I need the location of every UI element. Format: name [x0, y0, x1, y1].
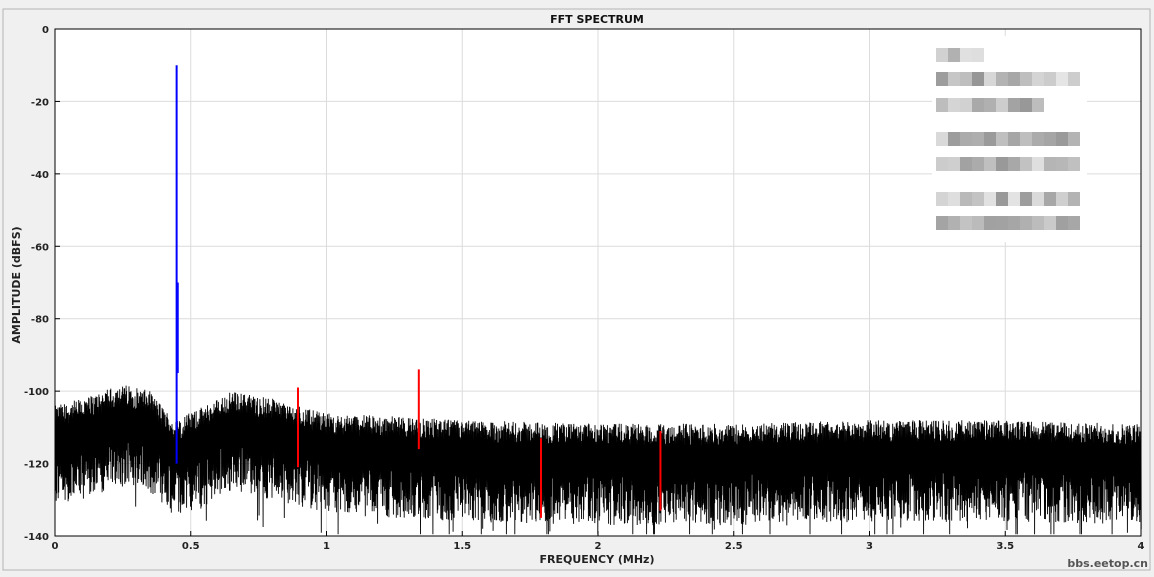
watermark: bbs.eetop.cn: [1067, 557, 1148, 570]
legend-pixel: [1044, 216, 1056, 230]
y-tick-label: 0: [42, 25, 49, 36]
legend-pixel: [1008, 192, 1020, 206]
legend-pixel: [1044, 72, 1056, 86]
legend-pixel: [996, 132, 1008, 146]
legend-pixel: [1068, 216, 1080, 230]
legend-pixel: [1044, 157, 1056, 171]
legend-pixel: [1020, 98, 1032, 112]
legend-pixel: [1068, 157, 1080, 171]
legend-pixel: [1020, 72, 1032, 86]
y-axis-label: AMPLITUDE (dBFS): [10, 226, 23, 343]
legend-pixel: [1056, 157, 1068, 171]
legend-pixel: [996, 157, 1008, 171]
legend-pixel: [948, 216, 960, 230]
legend-pixel: [1068, 72, 1080, 86]
x-axis-label: FREQUENCY (MHz): [540, 553, 655, 566]
x-tick-label: 2.5: [725, 541, 743, 552]
legend-pixel: [1032, 192, 1044, 206]
legend-pixel: [936, 48, 948, 62]
chart-title: FFT SPECTRUM: [550, 13, 644, 26]
y-tick-label: -60: [31, 242, 49, 253]
legend-pixel: [948, 132, 960, 146]
legend-pixel: [936, 98, 948, 112]
legend-pixel: [936, 157, 948, 171]
legend-pixel: [960, 192, 972, 206]
x-tick-label: 4: [1138, 541, 1145, 552]
y-tick-label: -40: [31, 170, 49, 181]
x-tick-label: 3: [866, 541, 873, 552]
legend-pixel: [972, 216, 984, 230]
legend-pixel: [948, 72, 960, 86]
x-tick-label: 0.5: [182, 541, 200, 552]
y-tick-label: -100: [24, 387, 49, 398]
legend-pixel: [984, 132, 996, 146]
legend-pixel: [1044, 192, 1056, 206]
legend-pixel: [984, 72, 996, 86]
legend-pixel: [972, 48, 984, 62]
legend-pixel: [984, 216, 996, 230]
legend-pixel: [1032, 216, 1044, 230]
legend-box: [932, 36, 1087, 242]
legend-pixel: [972, 132, 984, 146]
legend-pixel: [972, 98, 984, 112]
legend-pixel: [996, 98, 1008, 112]
figure-window: 0 0.5 1 1.5 2 2.5 3 3.5 4 0 -20 -40 -60 -80 -100 -120 -1…: [0, 0, 1154, 573]
x-tick-label: 1: [323, 541, 330, 552]
legend-pixel: [1044, 132, 1056, 146]
legend-pixel: [960, 72, 972, 86]
x-tick-label: 1.5: [453, 541, 471, 552]
x-tick-label: 0: [52, 541, 59, 552]
legend-pixel: [1056, 72, 1068, 86]
legend-pixel: [996, 192, 1008, 206]
legend-pixel: [1020, 192, 1032, 206]
legend-pixel: [960, 157, 972, 171]
legend-pixel: [1020, 216, 1032, 230]
legend-pixel: [996, 216, 1008, 230]
legend-pixel: [972, 157, 984, 171]
legend-pixel: [1008, 216, 1020, 230]
y-tick-label: -140: [24, 532, 49, 543]
x-tick-label: 3.5: [996, 541, 1014, 552]
legend-pixel: [984, 157, 996, 171]
legend-pixel: [1068, 192, 1080, 206]
legend-pixel: [996, 72, 1008, 86]
legend-pixel: [1032, 132, 1044, 146]
legend-pixel: [960, 216, 972, 230]
legend-pixel: [1032, 72, 1044, 86]
legend-pixel: [1032, 98, 1044, 112]
legend-pixel: [1032, 157, 1044, 171]
legend-pixel: [936, 192, 948, 206]
legend-pixel: [948, 157, 960, 171]
legend-pixel: [936, 132, 948, 146]
legend-pixel: [948, 98, 960, 112]
legend-pixel: [1056, 216, 1068, 230]
legend-pixel: [1020, 157, 1032, 171]
legend-pixel: [984, 98, 996, 112]
x-tick-label: 2: [595, 541, 602, 552]
legend-pixel: [960, 98, 972, 112]
fft-spectrum-chart: 0 0.5 1 1.5 2 2.5 3 3.5 4 0 -20 -40 -60 -80 -100 -120 -1…: [2, 8, 1151, 571]
legend-pixel: [1020, 132, 1032, 146]
legend-pixel: [960, 48, 972, 62]
legend-pixel: [1008, 72, 1020, 86]
legend-pixel: [1008, 157, 1020, 171]
legend-blocks: [936, 48, 1080, 230]
legend-pixel: [936, 72, 948, 86]
legend-pixel: [948, 48, 960, 62]
legend-pixel: [1068, 132, 1080, 146]
legend-pixel: [972, 72, 984, 86]
legend-pixel: [1056, 192, 1068, 206]
legend-pixel: [948, 192, 960, 206]
legend-pixel: [1008, 132, 1020, 146]
y-tick-label: -120: [24, 460, 49, 471]
legend-pixel: [960, 132, 972, 146]
legend-pixel: [936, 216, 948, 230]
legend-pixel: [972, 192, 984, 206]
legend-pixel: [1056, 132, 1068, 146]
y-tick-label: -20: [31, 97, 49, 108]
legend-pixel: [1008, 98, 1020, 112]
y-tick-label: -80: [31, 315, 49, 326]
legend-pixel: [984, 192, 996, 206]
